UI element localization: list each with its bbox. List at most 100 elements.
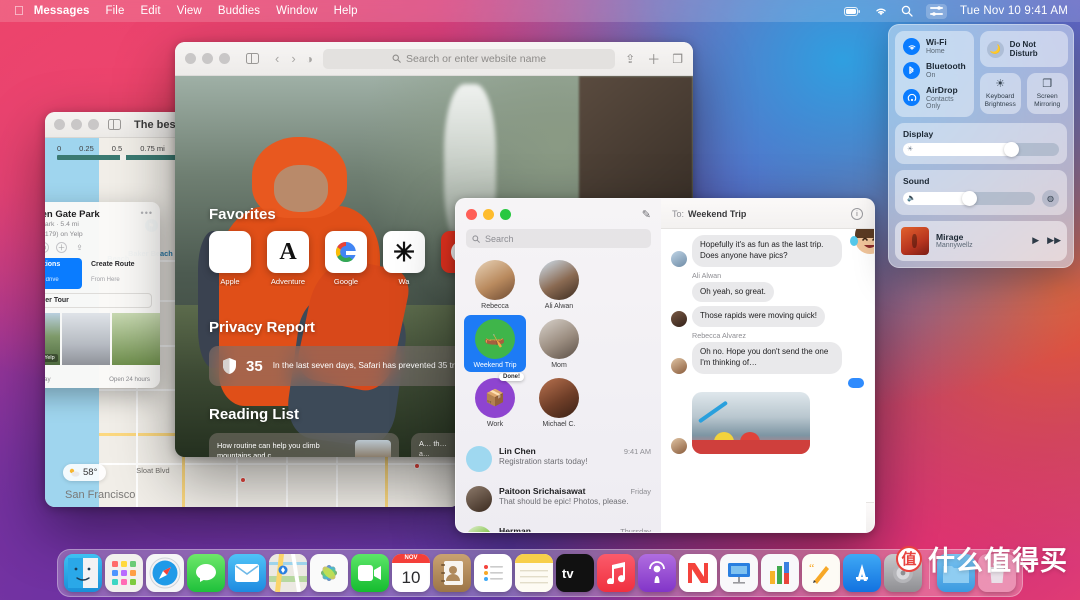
message-bubble[interactable]: Hopefully it's as fun as the last trip. … [692, 235, 842, 267]
control-center-panel[interactable]: Wi-Fi Home Bluetooth On AirDrop [888, 24, 1074, 268]
menu-item-edit[interactable]: Edit [140, 5, 160, 17]
search-icon[interactable] [901, 5, 913, 17]
dock-item-facetime[interactable] [351, 554, 389, 592]
menu-item-window[interactable]: Window [276, 5, 318, 17]
sound-slider[interactable]: 🔈 [903, 192, 1035, 205]
dock-item-contacts[interactable] [433, 554, 471, 592]
place-photo[interactable]: Photos on Yelp [45, 313, 60, 365]
dock-item-apple-tv[interactable]: tv [556, 554, 594, 592]
reader-icon[interactable]: ◑ [306, 52, 313, 66]
now-playing-card[interactable]: Mirage Mannywellz ▶ ▶▶ [895, 221, 1067, 261]
place-card-more-icon[interactable]: ••• [141, 208, 153, 218]
message-bubble[interactable]: Oh yeah, so great. [692, 282, 774, 303]
message-bubble[interactable]: Those rapids were moving quick! [692, 306, 825, 327]
tab-overview-icon[interactable]: ❐ [672, 52, 683, 66]
dock-item-podcasts[interactable] [638, 554, 676, 592]
reading-list-item[interactable]: How routine can help you climb mountains… [209, 433, 399, 457]
fast-forward-icon[interactable]: ▶▶ [1047, 235, 1061, 246]
dock-item-mail[interactable] [228, 554, 266, 592]
globe-icon[interactable]: ⊘ [45, 242, 49, 253]
flyover-tour-button[interactable]: Flyover Tour [45, 293, 152, 308]
info-icon[interactable]: i [851, 208, 863, 220]
place-photo[interactable] [62, 313, 110, 365]
dock-item-messages[interactable] [187, 554, 225, 592]
battery-icon[interactable] [844, 7, 861, 16]
pinned-conversation-rebecca[interactable]: Rebecca [464, 256, 526, 313]
menu-bar-clock[interactable]: Tue Nov 10 9:41 AM [960, 5, 1068, 17]
dock-item-launchpad[interactable] [105, 554, 143, 592]
share-icon[interactable]: ⇪ [625, 52, 635, 66]
sound-output-button[interactable]: ◍ [1042, 190, 1059, 207]
map-weather-chip[interactable]: 58° [63, 464, 106, 481]
sidebar-icon[interactable] [246, 53, 259, 64]
dock-item-maps[interactable] [269, 554, 307, 592]
messages-sidebar[interactable]: ✎ Search Rebecca Ali Alwan 🛶 Weekend Tri… [456, 199, 661, 532]
pinned-conversation-ali-alwan[interactable]: Ali Alwan [528, 256, 590, 313]
list-item[interactable]: Herman Thursday Secret about the box. [456, 519, 661, 533]
favorite-item-google[interactable]: Google [325, 231, 367, 286]
favorite-item-wa[interactable]: ✳ Wa [383, 231, 425, 286]
do-not-disturb-toggle[interactable]: 🌙 Do Not Disturb [980, 31, 1068, 67]
dock-item-music[interactable] [597, 554, 635, 592]
message-thread[interactable]: Hopefully it's as fun as the last trip. … [661, 229, 874, 502]
wifi-icon[interactable] [874, 6, 888, 16]
window-traffic-lights[interactable] [185, 53, 230, 64]
display-slider[interactable]: ☀ [903, 143, 1059, 156]
dock-item-photos[interactable] [310, 554, 348, 592]
memoji-reaction[interactable] [848, 229, 874, 261]
plus-icon[interactable]: ＋ [647, 49, 660, 68]
messages-thread-pane[interactable]: To: Weekend Trip i Hopefully it's as fun… [661, 199, 874, 532]
airdrop-toggle[interactable]: AirDrop Contacts Only [903, 86, 966, 110]
chevron-left-icon[interactable]: ‹ [275, 51, 279, 66]
dock-item-calendar[interactable]: NOV 10 [392, 554, 430, 592]
dock-item-finder[interactable] [64, 554, 102, 592]
messages-window[interactable]: ✎ Search Rebecca Ali Alwan 🛶 Weekend Tri… [455, 198, 875, 533]
menu-item-help[interactable]: Help [334, 5, 358, 17]
search-input[interactable]: Search [466, 229, 651, 248]
share-icon[interactable]: ⇪ [74, 242, 85, 253]
chevron-right-icon[interactable]: › [291, 51, 295, 66]
dock-item-numbers[interactable] [761, 554, 799, 592]
directions-button[interactable]: Directions 14 min drive [45, 258, 82, 289]
pinned-conversation-mom[interactable]: Mom [528, 315, 590, 372]
place-photos[interactable]: Photos on Yelp [45, 313, 160, 365]
keyboard-brightness-button[interactable]: ☀ Keyboard Brightness [980, 73, 1021, 114]
list-item[interactable]: Lin Chen 9:41 AM Registration starts tod… [456, 439, 661, 479]
window-traffic-lights[interactable] [466, 209, 511, 220]
play-icon[interactable]: ▶ [1032, 235, 1039, 246]
menu-item-buddies[interactable]: Buddies [218, 5, 260, 17]
dock-item-pages[interactable]: “ [802, 554, 840, 592]
pinned-conversation-michael-c[interactable]: Michael C. [528, 374, 590, 431]
dock-item-news[interactable] [679, 554, 717, 592]
window-traffic-lights[interactable] [54, 119, 99, 130]
screen-mirroring-button[interactable]: ❐ Screen Mirroring [1027, 73, 1068, 114]
dock-item-safari[interactable] [146, 554, 184, 592]
dock[interactable]: NOV 10 tv “ [57, 549, 1023, 597]
message-photo-attachment[interactable] [692, 392, 810, 454]
dock-item-keynote[interactable] [720, 554, 758, 592]
menu-item-messages[interactable]: Messages [34, 5, 90, 17]
control-center-icon[interactable] [926, 4, 947, 19]
favorite-item-apple[interactable]: Apple [209, 231, 251, 286]
pinned-conversation-work[interactable]: 📦 Done! Work [464, 374, 526, 431]
list-item[interactable]: Paitoon Srichaisawat Friday That should … [456, 479, 661, 519]
apple-menu-icon[interactable]:  [14, 3, 24, 18]
dock-item-app-store[interactable] [843, 554, 881, 592]
wifi-toggle[interactable]: Wi-Fi Home [903, 38, 966, 55]
dock-item-notes[interactable] [515, 554, 553, 592]
safari-address-bar[interactable]: Search or enter website name [323, 49, 615, 69]
menu-item-view[interactable]: View [177, 5, 202, 17]
map-place-card[interactable]: ••• Golden Gate Park Urban Park · 5.4 mi… [45, 202, 160, 388]
sidebar-icon[interactable] [108, 119, 121, 130]
place-photo[interactable] [112, 313, 160, 365]
add-icon[interactable]: ＋ [56, 242, 67, 253]
create-route-button[interactable]: Create Route From Here [87, 258, 152, 289]
message-bubble[interactable] [848, 378, 864, 388]
compose-icon[interactable]: ✎ [642, 208, 651, 221]
favorite-item-adventure[interactable]: A Adventure [267, 231, 309, 286]
message-bubble[interactable]: Oh no. Hope you don't send the one I'm t… [692, 342, 842, 374]
pinned-conversation-weekend-trip[interactable]: 🛶 Weekend Trip [464, 315, 526, 372]
menu-item-file[interactable]: File [106, 5, 125, 17]
dock-item-reminders[interactable] [474, 554, 512, 592]
bluetooth-toggle[interactable]: Bluetooth On [903, 62, 966, 79]
